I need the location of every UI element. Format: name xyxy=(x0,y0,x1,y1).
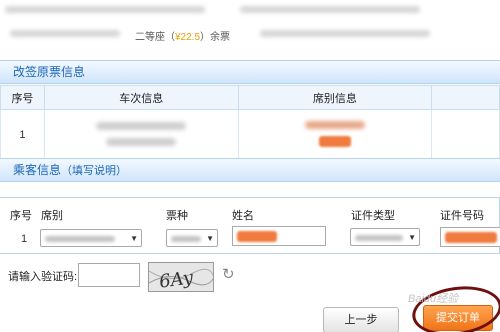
captcha-input[interactable] xyxy=(78,263,140,287)
col-header: 证件号码 xyxy=(440,210,484,222)
col-header: 序号 xyxy=(10,210,32,222)
passenger-panel-title: 乘客信息 xyxy=(13,163,62,177)
blurred-text xyxy=(237,231,277,242)
fill-instructions-link[interactable]: （填写说明） xyxy=(61,165,127,177)
col-header: 证件类型 xyxy=(351,210,395,222)
seat-price-line: 二等座（¥22.5）余票 xyxy=(135,28,230,43)
change-panel-title: 改签原票信息 xyxy=(13,65,86,79)
table-header-row: 序号 车次信息 席别信息 xyxy=(0,85,500,110)
seat-info-cell xyxy=(237,109,433,160)
captcha-image: 6Ay xyxy=(148,262,214,292)
col-header: 姓名 xyxy=(232,210,254,222)
blurred-text xyxy=(96,121,187,130)
captcha-label: 请输入验证码: xyxy=(8,271,78,283)
col-header: 席别信息 xyxy=(237,85,433,110)
svg-text:6Ay: 6Ay xyxy=(158,267,195,292)
col-header: 席别 xyxy=(41,210,63,222)
submit-order-button[interactable]: 提交订单 xyxy=(423,305,493,331)
original-ticket-table: 序号 车次信息 席别信息 1 xyxy=(0,85,500,160)
blurred-text xyxy=(304,120,365,129)
seat-type-select[interactable]: ▼ xyxy=(40,229,142,247)
price-suffix: ）余票 xyxy=(200,32,231,43)
blurred-text xyxy=(106,137,177,146)
table-row: 1 xyxy=(0,109,500,160)
blurred-text xyxy=(5,6,205,13)
ticket-type-select[interactable]: ▼ xyxy=(166,229,218,247)
passenger-panel-header: 乘客信息（填写说明） xyxy=(0,158,500,182)
chevron-down-icon: ▼ xyxy=(206,234,214,243)
blurred-text xyxy=(260,30,430,37)
refresh-icon[interactable]: ↻ xyxy=(222,265,235,283)
seat-price: ¥22.5 xyxy=(175,32,201,43)
row-index: 1 xyxy=(0,109,45,160)
price-prefix: 二等座（ xyxy=(135,32,175,43)
top-info-area: 二等座（¥22.5）余票 xyxy=(0,0,500,58)
captcha-drawing: 6Ay xyxy=(149,263,213,292)
chevron-down-icon: ▼ xyxy=(408,233,416,242)
col-header: 序号 xyxy=(0,85,45,110)
watermark: Baidu经验 xyxy=(408,293,459,305)
blurred-text xyxy=(45,236,115,242)
change-ticket-panel-header: 改签原票信息 xyxy=(0,60,500,84)
col-header: 车次信息 xyxy=(43,85,239,110)
blurred-text xyxy=(10,30,120,37)
passenger-name-field[interactable] xyxy=(232,226,326,246)
seat-highlight xyxy=(318,135,351,147)
blurred-text xyxy=(355,235,403,241)
col-header: 票种 xyxy=(166,210,188,222)
empty-cell xyxy=(431,109,500,160)
blurred-text xyxy=(240,6,420,13)
row-index: 1 xyxy=(21,233,28,245)
train-info-cell xyxy=(43,109,239,160)
col-header xyxy=(431,85,500,110)
blurred-text xyxy=(171,236,201,242)
id-type-select[interactable]: ▼ xyxy=(350,228,420,246)
blurred-text xyxy=(445,232,497,243)
id-number-field[interactable] xyxy=(440,227,500,247)
previous-step-button[interactable]: 上一步 xyxy=(323,307,399,332)
chevron-down-icon: ▼ xyxy=(130,234,138,243)
